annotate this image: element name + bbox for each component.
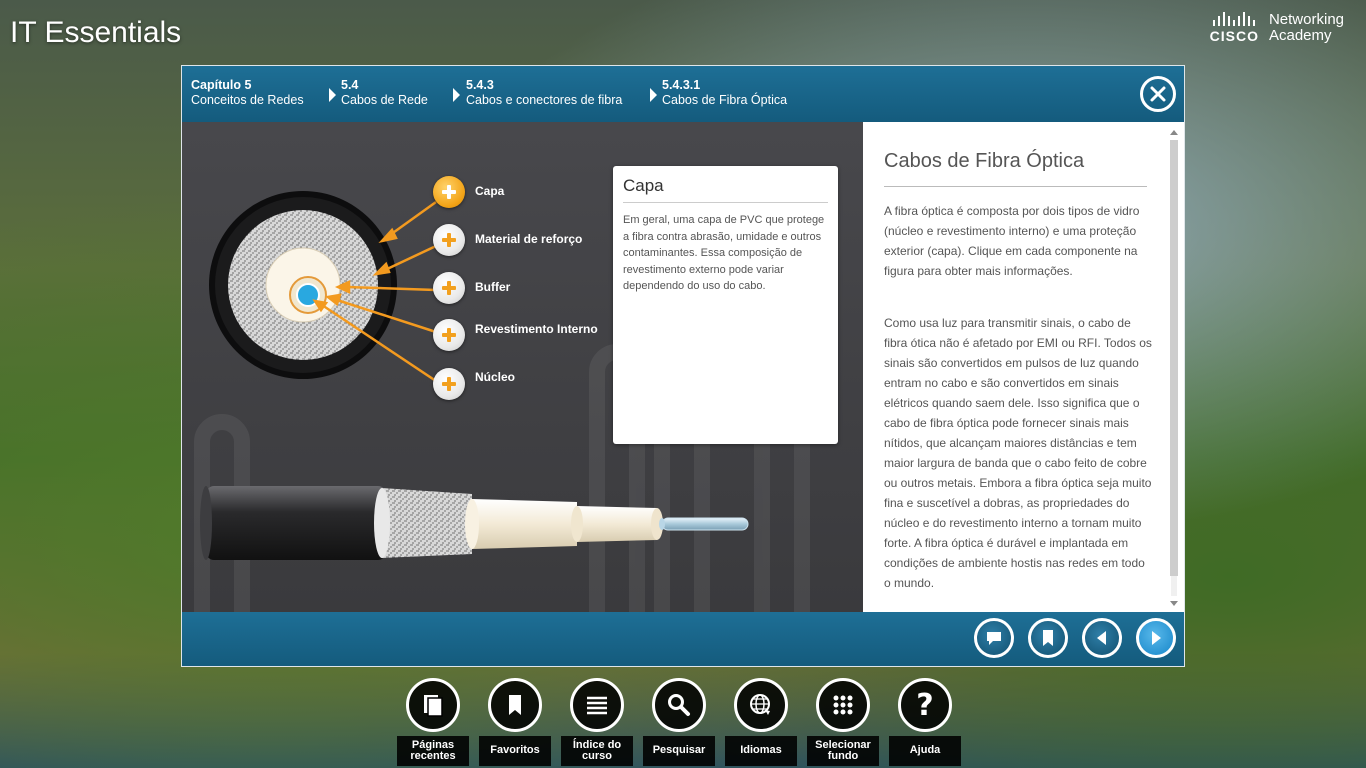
breadcrumb-arrow-icon (650, 88, 657, 102)
dock-recent-pages[interactable]: Páginas recentes (397, 676, 469, 768)
breadcrumb-chapter[interactable]: Capítulo 5 Conceitos de Redes (191, 78, 304, 108)
dock-button[interactable] (734, 678, 788, 732)
footer-bar (182, 612, 1184, 666)
buffer-label[interactable]: Buffer (475, 280, 510, 294)
search-icon (668, 694, 690, 716)
comment-button[interactable] (974, 618, 1014, 658)
panel-paragraph: A fibra óptica é composta por dois tipos… (884, 204, 1140, 278)
dock-help[interactable]: ? Ajuda (889, 676, 961, 768)
next-icon (1152, 631, 1161, 645)
dock-label: Índice do curso (561, 736, 633, 766)
dock-select-background[interactable]: Selecionar fundo (807, 676, 879, 768)
text-panel: Cabos de Fibra Óptica A fibra óptica é c… (863, 122, 1184, 612)
content-window: Capítulo 5 Conceitos de Redes 5.4 Cabos … (181, 65, 1185, 667)
close-icon (1150, 86, 1166, 102)
brand-line-1: Networking (1268, 11, 1344, 28)
app-title: IT Essentials (10, 16, 182, 49)
close-button[interactable] (1140, 76, 1176, 112)
dock-button[interactable] (816, 678, 870, 732)
panel-divider (884, 186, 1147, 187)
dock-button[interactable] (488, 678, 542, 732)
revestimento-interno-label[interactable]: Revestimento Interno (475, 322, 598, 336)
bookmark-icon (509, 695, 521, 715)
breadcrumb-arrow-icon (453, 88, 460, 102)
breadcrumb-label: Cabos e conectores de fibra (466, 93, 623, 107)
popup-divider (623, 202, 828, 203)
nucleo-label[interactable]: Núcleo (475, 370, 515, 384)
material-reforco-label[interactable]: Material de reforço (475, 232, 582, 246)
breadcrumb-number: 5.4.3.1 (662, 78, 701, 92)
dock-search[interactable]: Pesquisar (643, 676, 715, 768)
dock-label: Ajuda (889, 736, 961, 766)
comment-icon (987, 632, 1001, 645)
panel-paragraph: Como usa luz para transmitir sinais, o c… (884, 316, 1152, 590)
bookmark-button[interactable] (1028, 618, 1068, 658)
header-bar: Capítulo 5 Conceitos de Redes 5.4 Cabos … (182, 66, 1184, 122)
breadcrumb-arrow-icon (329, 88, 336, 102)
dock-label: Pesquisar (643, 736, 715, 766)
dock-label: Idiomas (725, 736, 797, 766)
dock-button[interactable] (652, 678, 706, 732)
fiber-optic-figure: Capa Material de reforço Buffer Revestim… (182, 122, 863, 612)
dock-button[interactable]: ? (898, 678, 952, 732)
previous-icon (1097, 631, 1106, 645)
dock-favorites[interactable]: Favoritos (479, 676, 551, 768)
previous-page-button[interactable] (1082, 618, 1122, 658)
next-page-button[interactable] (1136, 618, 1176, 658)
cisco-wordmark: CISCO (1209, 28, 1259, 44)
breadcrumb-topic[interactable]: 5.4.3.1 Cabos de Fibra Óptica (662, 78, 787, 108)
breadcrumb-label: Cabos de Rede (341, 93, 428, 107)
brand-line-2: Academy (1268, 27, 1332, 44)
popup-text: Em geral, uma capa de PVC que protege a … (623, 214, 825, 292)
breadcrumb-section[interactable]: 5.4 Cabos de Rede (341, 78, 428, 108)
buffer-hotspot[interactable] (433, 272, 465, 304)
pages-icon (424, 695, 443, 717)
scroll-down-arrow-icon[interactable] (1170, 601, 1178, 606)
capa-hotspot[interactable] (433, 176, 465, 208)
revestimento-interno-hotspot[interactable] (433, 319, 465, 351)
dock-label: Páginas recentes (397, 736, 469, 766)
panel-scrollbar[interactable] (1170, 130, 1178, 606)
capa-label[interactable]: Capa (475, 184, 504, 198)
breadcrumb-subsection[interactable]: 5.4.3 Cabos e conectores de fibra (466, 78, 622, 108)
dock-course-index[interactable]: Índice do curso (561, 676, 633, 768)
panel-title: Cabos de Fibra Óptica (884, 150, 1085, 172)
scroll-up-arrow-icon[interactable] (1170, 130, 1178, 135)
nucleo-hotspot[interactable] (433, 368, 465, 400)
dock-languages[interactable]: Idiomas (725, 676, 797, 768)
scroll-thumb[interactable] (1170, 140, 1178, 576)
breadcrumb-number: 5.4.3 (466, 78, 494, 92)
popup-title: Capa (623, 176, 664, 195)
list-icon (587, 696, 607, 715)
breadcrumb-number: Capítulo 5 (191, 78, 252, 92)
dock-label: Selecionar fundo (807, 736, 879, 766)
grid-icon (833, 695, 853, 715)
help-icon: ? (916, 687, 934, 723)
globe-icon (750, 694, 770, 715)
bookmark-icon (1043, 630, 1053, 646)
breadcrumb-label: Cabos de Fibra Óptica (662, 93, 788, 107)
material-reforco-hotspot[interactable] (433, 224, 465, 256)
component-info-popup: Capa Em geral, uma capa de PVC que prote… (613, 166, 838, 444)
cisco-bars-icon (1213, 12, 1256, 26)
breadcrumb-number: 5.4 (341, 78, 359, 92)
dock-button[interactable] (570, 678, 624, 732)
cisco-networking-academy-logo: CISCO Networking Academy (1209, 11, 1344, 45)
breadcrumb-label: Conceitos de Redes (191, 93, 304, 107)
dock-button[interactable] (406, 678, 460, 732)
dock-label: Favoritos (479, 736, 551, 766)
